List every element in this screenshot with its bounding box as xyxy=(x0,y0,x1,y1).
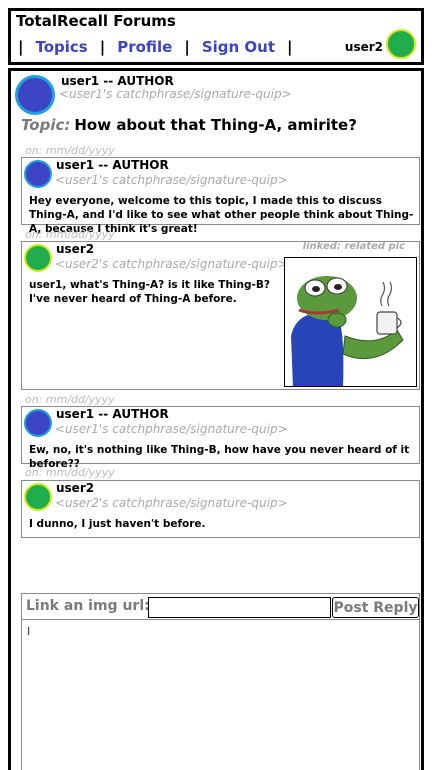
user-avatar[interactable] xyxy=(24,483,52,511)
post-date: on: mm/dd/yyyy xyxy=(25,228,115,241)
author-avatar[interactable] xyxy=(15,75,55,115)
text-cursor-icon: I xyxy=(27,625,31,638)
topic-label: Topic: xyxy=(21,116,71,134)
post-quip: <user2's catchphrase/signature-quip> xyxy=(55,496,288,510)
site-header: TotalRecall Forums | Topics | Profile | … xyxy=(8,8,424,65)
nav-profile-link[interactable]: Profile xyxy=(117,38,172,56)
post: user2 <user2's catchphrase/signature-qui… xyxy=(21,241,420,390)
site-title: TotalRecall Forums xyxy=(16,12,176,30)
reply-toolbar: Link an img url: Post Reply xyxy=(22,594,419,620)
frog-image-icon xyxy=(285,258,416,386)
topic-heading: Topic: How about that Thing-A, amirite? xyxy=(21,116,357,134)
user-avatar[interactable] xyxy=(24,409,52,437)
linked-pic[interactable] xyxy=(284,257,417,387)
reply-textarea[interactable] xyxy=(22,621,419,770)
nav-separator: | xyxy=(99,38,106,56)
post: user1 -- AUTHOR <user1's catchphrase/sig… xyxy=(21,157,420,235)
nav-signout-link[interactable]: Sign Out xyxy=(202,38,275,56)
img-url-input[interactable] xyxy=(148,597,331,618)
post-quip: <user1's catchphrase/signature-quip> xyxy=(55,173,288,187)
post-quip: <user1's catchphrase/signature-quip> xyxy=(55,422,288,436)
reply-form: Link an img url: Post Reply I xyxy=(21,593,420,770)
nav-separator: | xyxy=(184,38,190,56)
author-quip: <user1's catchphrase/signature-quip> xyxy=(59,87,292,101)
nav-topics-link[interactable]: Topics xyxy=(35,38,87,56)
post-author[interactable]: user1 -- AUTHOR xyxy=(56,407,169,421)
topic-page: user1 -- AUTHOR <user1's catchphrase/sig… xyxy=(8,68,424,770)
user-avatar[interactable] xyxy=(24,244,52,272)
topic-title: How about that Thing-A, amirite? xyxy=(74,116,357,134)
author-name[interactable]: user1 -- AUTHOR xyxy=(61,74,174,88)
nav-separator: | xyxy=(287,38,293,56)
post-date: on: mm/dd/yyyy xyxy=(25,466,115,479)
post-date: on: mm/dd/yyyy xyxy=(25,393,115,406)
current-user-avatar[interactable] xyxy=(386,29,416,59)
post: user2 <user2's catchphrase/signature-qui… xyxy=(21,480,420,538)
user-avatar[interactable] xyxy=(24,160,52,188)
post-quip: <user2's catchphrase/signature-quip> xyxy=(55,257,288,271)
linked-pic-label: linked: related pic xyxy=(302,241,405,252)
current-username[interactable]: user2 xyxy=(345,40,383,54)
post-date: on: mm/dd/yyyy xyxy=(25,144,115,157)
post-author[interactable]: user1 -- AUTHOR xyxy=(56,158,169,172)
post-reply-button[interactable]: Post Reply xyxy=(332,597,419,618)
img-url-label: Link an img url: xyxy=(26,598,150,614)
main-nav: | Topics | Profile | Sign Out | xyxy=(18,38,305,56)
post: user1 -- AUTHOR <user1's catchphrase/sig… xyxy=(21,406,420,470)
post-body: I dunno, I just haven't before. xyxy=(29,518,206,530)
post-author[interactable]: user2 xyxy=(56,242,94,256)
nav-separator: | xyxy=(18,38,24,56)
post-body: user1, what's Thing-A? is it like Thing-… xyxy=(29,279,270,305)
post-author[interactable]: user2 xyxy=(56,481,94,495)
